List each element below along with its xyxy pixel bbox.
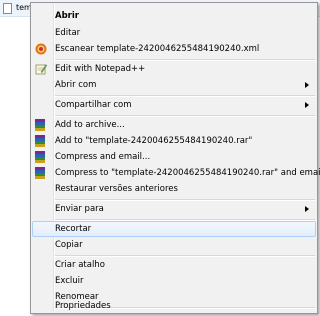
menu-item-escanear[interactable]: Escanear template-2420046255484190240.xm… <box>32 41 316 57</box>
menu-item-restaurar-versoes[interactable]: Restaurar versões anteriores <box>32 181 316 197</box>
menu-item-recortar[interactable]: Recortar <box>32 221 316 237</box>
menu-item-abrir-com[interactable]: Abrir com <box>32 77 316 93</box>
submenu-arrow-icon <box>305 82 309 88</box>
menu-item-add-to-rar[interactable]: Add to "template-2420046255484190240.rar… <box>32 133 316 149</box>
submenu-arrow-icon <box>305 102 309 108</box>
menu-item-copiar[interactable]: Copiar <box>32 237 316 253</box>
winrar-icon <box>35 135 47 147</box>
winrar-icon <box>35 151 47 163</box>
menu-item-editar[interactable]: Editar <box>32 25 316 41</box>
menu-item-abrir[interactable]: Abrir <box>32 8 316 24</box>
submenu-arrow-icon <box>305 206 309 212</box>
menu-item-excluir[interactable]: Excluir <box>32 273 316 289</box>
context-menu: Abrir Editar Escanear template-242004625… <box>30 2 320 314</box>
menu-item-compartilhar-com[interactable]: Compartilhar com <box>32 97 316 113</box>
menu-item-propriedades[interactable]: Propriedades <box>32 298 316 314</box>
xml-file-icon <box>3 3 12 14</box>
notepad-plus-plus-icon <box>35 64 47 75</box>
menu-item-compress-and-email[interactable]: Compress and email... <box>32 149 316 165</box>
antivirus-scan-icon <box>35 43 47 55</box>
menu-item-compress-to-rar-and-email[interactable]: Compress to "template-242004625548419024… <box>32 165 320 181</box>
menu-item-criar-atalho[interactable]: Criar atalho <box>32 257 316 273</box>
menu-item-edit-notepad[interactable]: Edit with Notepad++ <box>32 61 316 77</box>
winrar-icon <box>35 167 47 179</box>
menu-item-add-to-archive[interactable]: Add to archive... <box>32 117 316 133</box>
menu-item-enviar-para[interactable]: Enviar para <box>32 201 316 217</box>
winrar-icon <box>35 119 47 131</box>
